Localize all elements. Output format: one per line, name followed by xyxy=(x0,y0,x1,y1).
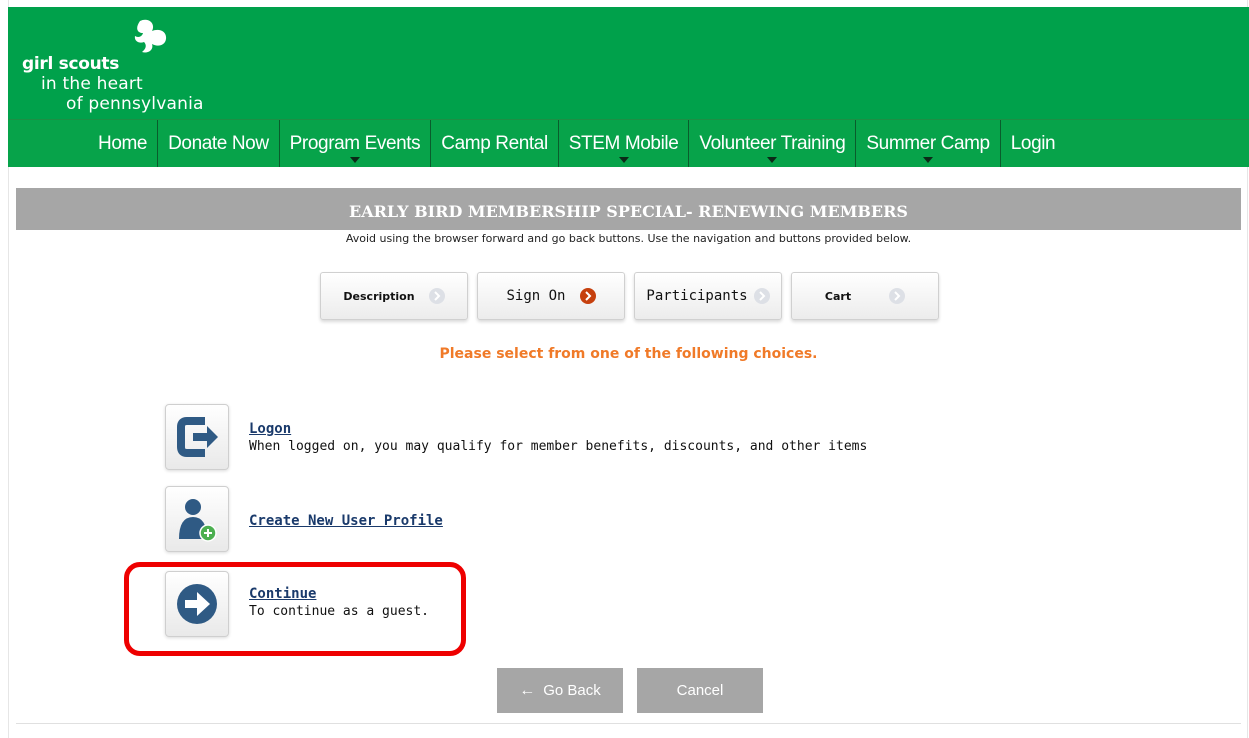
site-header: girl scouts in the heart of pennsylvania xyxy=(8,7,1249,119)
nav-item-volunteer-training[interactable]: Volunteer Training xyxy=(689,120,857,167)
step-label: Cart xyxy=(824,289,852,303)
page-title: EARLY BIRD MEMBERSHIP SPECIAL- RENEWING … xyxy=(16,188,1241,230)
arrow-left-icon: ← xyxy=(519,681,536,699)
chevron-right-icon xyxy=(889,288,906,304)
continue-highlight-annotation xyxy=(124,562,466,656)
nav-item-summer-camp[interactable]: Summer Camp xyxy=(856,120,1001,167)
nav-item-label: Donate Now xyxy=(168,132,269,154)
step-tab-sign-on[interactable]: Sign On xyxy=(477,272,625,320)
nav-item-home[interactable]: Home xyxy=(88,120,159,167)
logo-text-line3: of pennsylvania xyxy=(66,94,204,114)
nav-item-label: Volunteer Training xyxy=(699,132,846,154)
logon-icon[interactable] xyxy=(165,404,229,470)
go-back-button[interactable]: ← Go Back xyxy=(497,668,623,713)
nav-item-camp-rental[interactable]: Camp Rental xyxy=(431,120,559,167)
logon-link[interactable]: Logon xyxy=(249,421,291,437)
caret-down-icon xyxy=(767,157,778,163)
chevron-right-icon xyxy=(428,288,445,304)
selection-prompt: Please select from one of the following … xyxy=(439,346,818,362)
nav-item-label: Login xyxy=(1010,132,1056,154)
navigation-notice: Avoid using the browser forward and go b… xyxy=(345,232,912,245)
footer-divider xyxy=(16,723,1241,724)
nav-item-label: Camp Rental xyxy=(441,132,548,154)
step-tab-description[interactable]: Description xyxy=(320,272,468,320)
page-title-text: EARLY BIRD MEMBERSHIP SPECIAL- RENEWING … xyxy=(349,201,908,221)
create-user-profile-link[interactable]: Create New User Profile xyxy=(249,513,443,529)
caret-down-icon xyxy=(618,157,629,163)
nav-item-donate-now[interactable]: Donate Now xyxy=(158,120,280,167)
add-user-icon[interactable] xyxy=(165,486,229,552)
nav-item-program-events[interactable]: Program Events xyxy=(280,120,432,167)
caret-down-icon xyxy=(349,157,360,163)
nav-item-stem-mobile[interactable]: STEM Mobile xyxy=(559,120,690,167)
main-nav: Home Donate Now Program Events Camp Rent… xyxy=(8,119,1249,167)
nav-item-label: Home xyxy=(98,132,148,154)
step-tabs: Description Sign On Participants Cart xyxy=(320,272,948,320)
nav-item-label: STEM Mobile xyxy=(568,132,679,154)
trefoil-logo-icon xyxy=(134,19,167,53)
nav-item-login[interactable]: Login xyxy=(1001,120,1066,167)
logon-description: When logged on, you may qualify for memb… xyxy=(249,439,868,454)
nav-item-label: Summer Camp xyxy=(866,132,990,154)
step-label: Participants xyxy=(646,288,748,304)
step-label: Sign On xyxy=(506,288,566,304)
nav-list: Home Donate Now Program Events Camp Rent… xyxy=(88,120,1065,167)
go-back-label: Go Back xyxy=(543,682,601,699)
step-tab-participants[interactable]: Participants xyxy=(634,272,782,320)
chevron-right-icon xyxy=(579,288,596,304)
nav-item-label: Program Events xyxy=(289,132,421,154)
caret-down-icon xyxy=(923,157,934,163)
logo-text-line2: in the heart xyxy=(41,74,143,94)
cancel-button[interactable]: Cancel xyxy=(637,668,763,713)
logo-text-line1: girl scouts xyxy=(22,54,120,74)
step-tab-cart[interactable]: Cart xyxy=(791,272,939,320)
cancel-label: Cancel xyxy=(676,682,724,699)
step-label: Description xyxy=(343,289,415,303)
chevron-right-icon xyxy=(753,288,770,304)
